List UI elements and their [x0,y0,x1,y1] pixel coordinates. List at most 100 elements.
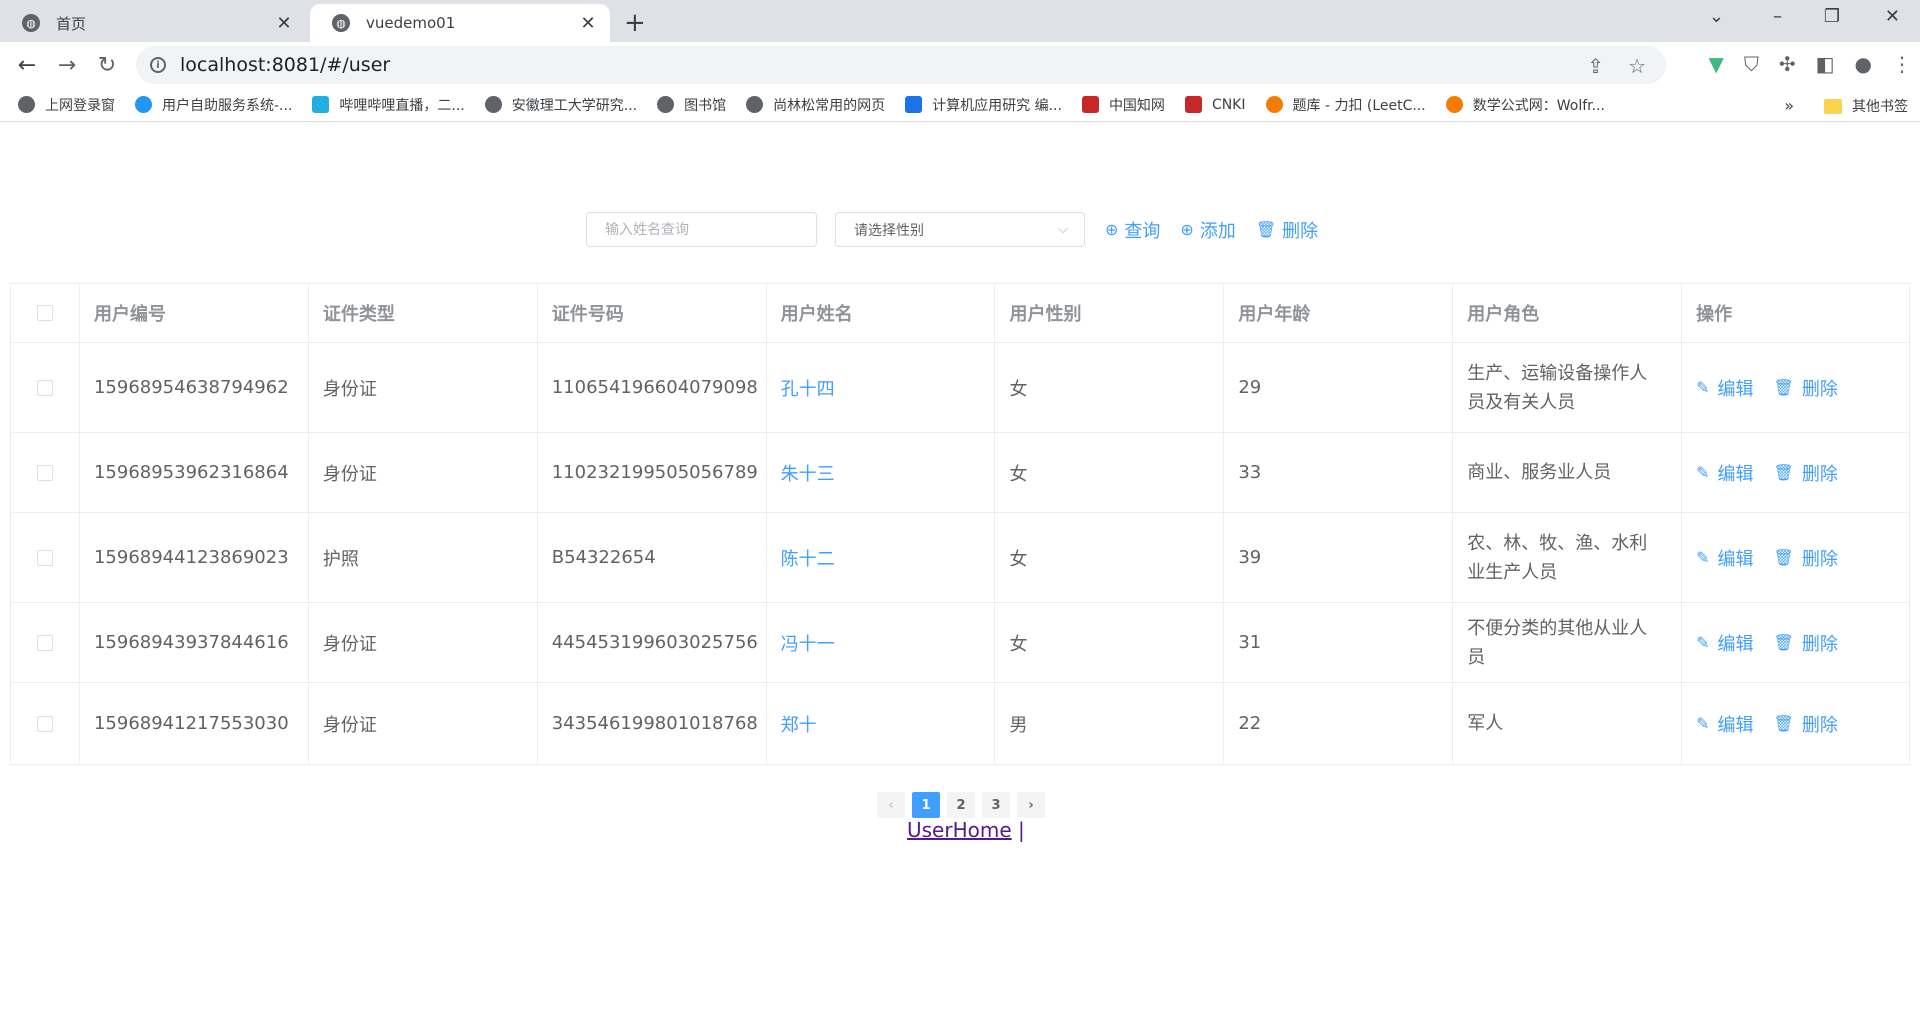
page-button[interactable]: 1 [912,792,940,818]
gender-select[interactable]: 请选择性别 ⌵ [835,212,1085,247]
tab-title: vuedemo01 [366,14,456,32]
userhome-link[interactable]: UserHome [907,818,1012,842]
prev-page-button[interactable]: ‹ [877,792,905,818]
query-button[interactable]: ⊕ 查询 [1105,217,1160,243]
add-button[interactable]: ⊕ 添加 [1180,217,1235,243]
url-input[interactable]: i localhost:8081/#/user ⇪ ☆ [136,46,1666,84]
next-page-button[interactable]: › [1017,792,1045,818]
share-icon[interactable]: ⇪ [1587,54,1604,78]
user-id-cell: 15968953962316864 [80,433,309,512]
bookmark[interactable]: 上网登录窗 [18,95,115,115]
reload-icon[interactable]: ↻ [87,53,127,78]
user-name-link[interactable]: 朱十三 [781,460,835,486]
bookmark[interactable]: 安徽理工大学研究... [484,95,638,115]
sidepanel-icon[interactable]: ◧ [1816,52,1835,76]
close-icon[interactable]: ✕ [578,13,598,34]
bookmark[interactable]: CNKI [1184,96,1246,113]
role-cell: 军人 [1453,683,1683,764]
bookmark-label: 尚林松常用的网页 [773,97,886,114]
user-name-link[interactable]: 冯十一 [781,630,835,656]
restore-icon[interactable]: ❐ [1824,6,1840,27]
vue-devtools-icon[interactable]: ▼ [1708,52,1723,76]
edit-button[interactable]: ✎ 编辑 [1696,630,1753,656]
row-checkbox[interactable] [36,379,53,396]
row-checkbox[interactable] [36,464,53,481]
actions-cell: ✎ 编辑 🗑 删除 [1682,683,1909,764]
globe-icon [657,96,675,113]
select-cell [11,683,80,764]
new-tab-button[interactable]: + [624,8,646,38]
delete-button[interactable]: 🗑 删除 [1774,711,1838,737]
plus-circle-icon: ⊕ [1105,220,1119,239]
edit-button[interactable]: ✎ 编辑 [1696,460,1753,486]
tab-vuedemo01[interactable]: ◍ vuedemo01 ✕ [310,4,610,42]
close-icon[interactable]: ✕ [274,13,294,34]
gender-cell: 女 [995,343,1225,432]
edit-button[interactable]: ✎ 编辑 [1696,711,1753,737]
tab-search-icon[interactable]: ⌄ [1709,6,1724,27]
user-name-link[interactable]: 郑十 [781,711,817,737]
bookmarks-more-button[interactable]: » [1784,96,1794,115]
row-checkbox[interactable] [36,634,53,651]
minimize-icon[interactable]: – [1773,6,1782,27]
profile-icon[interactable]: ● [1855,52,1872,76]
star-icon[interactable]: ☆ [1628,54,1646,78]
bookmark[interactable]: 用户自助服务系统-... [135,95,292,115]
role-cell: 生产、运输设备操作人员及有关人员 [1453,343,1683,432]
row-checkbox[interactable] [36,549,53,566]
bookmark[interactable]: 哔哩哔哩直播，二... [312,95,465,115]
edit-button[interactable]: ✎ 编辑 [1696,375,1753,401]
menu-icon[interactable]: ⋮ [1892,52,1912,76]
folder-icon [1824,98,1842,114]
doc-no-cell: 445453199603025756 [538,603,767,682]
batch-delete-button[interactable]: 🗑 删除 [1256,217,1318,243]
forward-icon[interactable]: → [47,53,87,78]
bookmark[interactable]: 计算机应用研究 编... [905,95,1062,115]
doc-type-cell: 身份证 [309,343,538,432]
bookmark[interactable]: 数学公式网：Wolfr... [1445,95,1605,115]
other-bookmarks[interactable]: 其他书签 [1824,96,1908,116]
page-button[interactable]: 2 [947,792,975,818]
tab-home[interactable]: ◍ 首页 ✕ [0,4,306,42]
back-icon[interactable]: ← [7,53,47,78]
globe-icon [135,96,152,113]
user-name-link[interactable]: 孔十四 [781,375,835,401]
select-all-checkbox[interactable] [36,305,53,321]
select-cell [11,433,80,512]
delete-button[interactable]: 🗑 删除 [1774,545,1838,571]
page-button[interactable]: 3 [982,792,1010,818]
bookmark[interactable]: 题库 - 力扣 (LeetC... [1265,95,1426,115]
bookmark[interactable]: 图书馆 [657,95,726,115]
edit-button[interactable]: ✎ 编辑 [1696,545,1753,571]
bilibili-icon [312,96,330,113]
bookmark[interactable]: 尚林松常用的网页 [746,95,885,115]
delete-label: 删除 [1282,220,1319,242]
actions-cell: ✎ 编辑 🗑 删除 [1682,343,1909,432]
name-search-input[interactable] [586,212,817,247]
address-bar: ← → ↻ i localhost:8081/#/user ⇪ ☆ ▼ ⛉ ✣ … [0,42,1920,88]
bookmark[interactable]: 中国知网 [1081,95,1165,115]
bookmark-label: 安徽理工大学研究... [511,97,638,114]
user-id-cell: 15968954638794962 [80,343,309,432]
row-checkbox[interactable] [36,715,53,732]
table-row: 15968954638794962 身份证 110654196604079098… [11,343,1909,433]
bookmark-label: 中国知网 [1108,97,1165,114]
puzzle-icon[interactable]: ✣ [1779,52,1796,76]
journal-icon [905,96,923,113]
shield-icon[interactable]: ⛉ [1744,52,1759,76]
user-name-link[interactable]: 陈十二 [781,545,835,571]
age-cell: 33 [1224,433,1454,512]
delete-button[interactable]: 🗑 删除 [1774,460,1838,486]
role-cell: 商业、服务业人员 [1453,433,1683,512]
tab-title: 首页 [56,14,87,33]
trash-icon: 🗑 [1773,548,1794,567]
bookmark-label: 题库 - 力扣 (LeetC... [1292,97,1426,114]
age-cell: 39 [1224,513,1454,602]
edit-label: 编辑 [1717,378,1754,400]
close-window-icon[interactable]: ✕ [1885,6,1900,27]
delete-button[interactable]: 🗑 删除 [1774,375,1838,401]
info-icon[interactable]: i [150,57,166,73]
delete-button[interactable]: 🗑 删除 [1774,630,1838,656]
gender-cell: 女 [995,433,1225,512]
gender-cell: 男 [995,683,1225,764]
